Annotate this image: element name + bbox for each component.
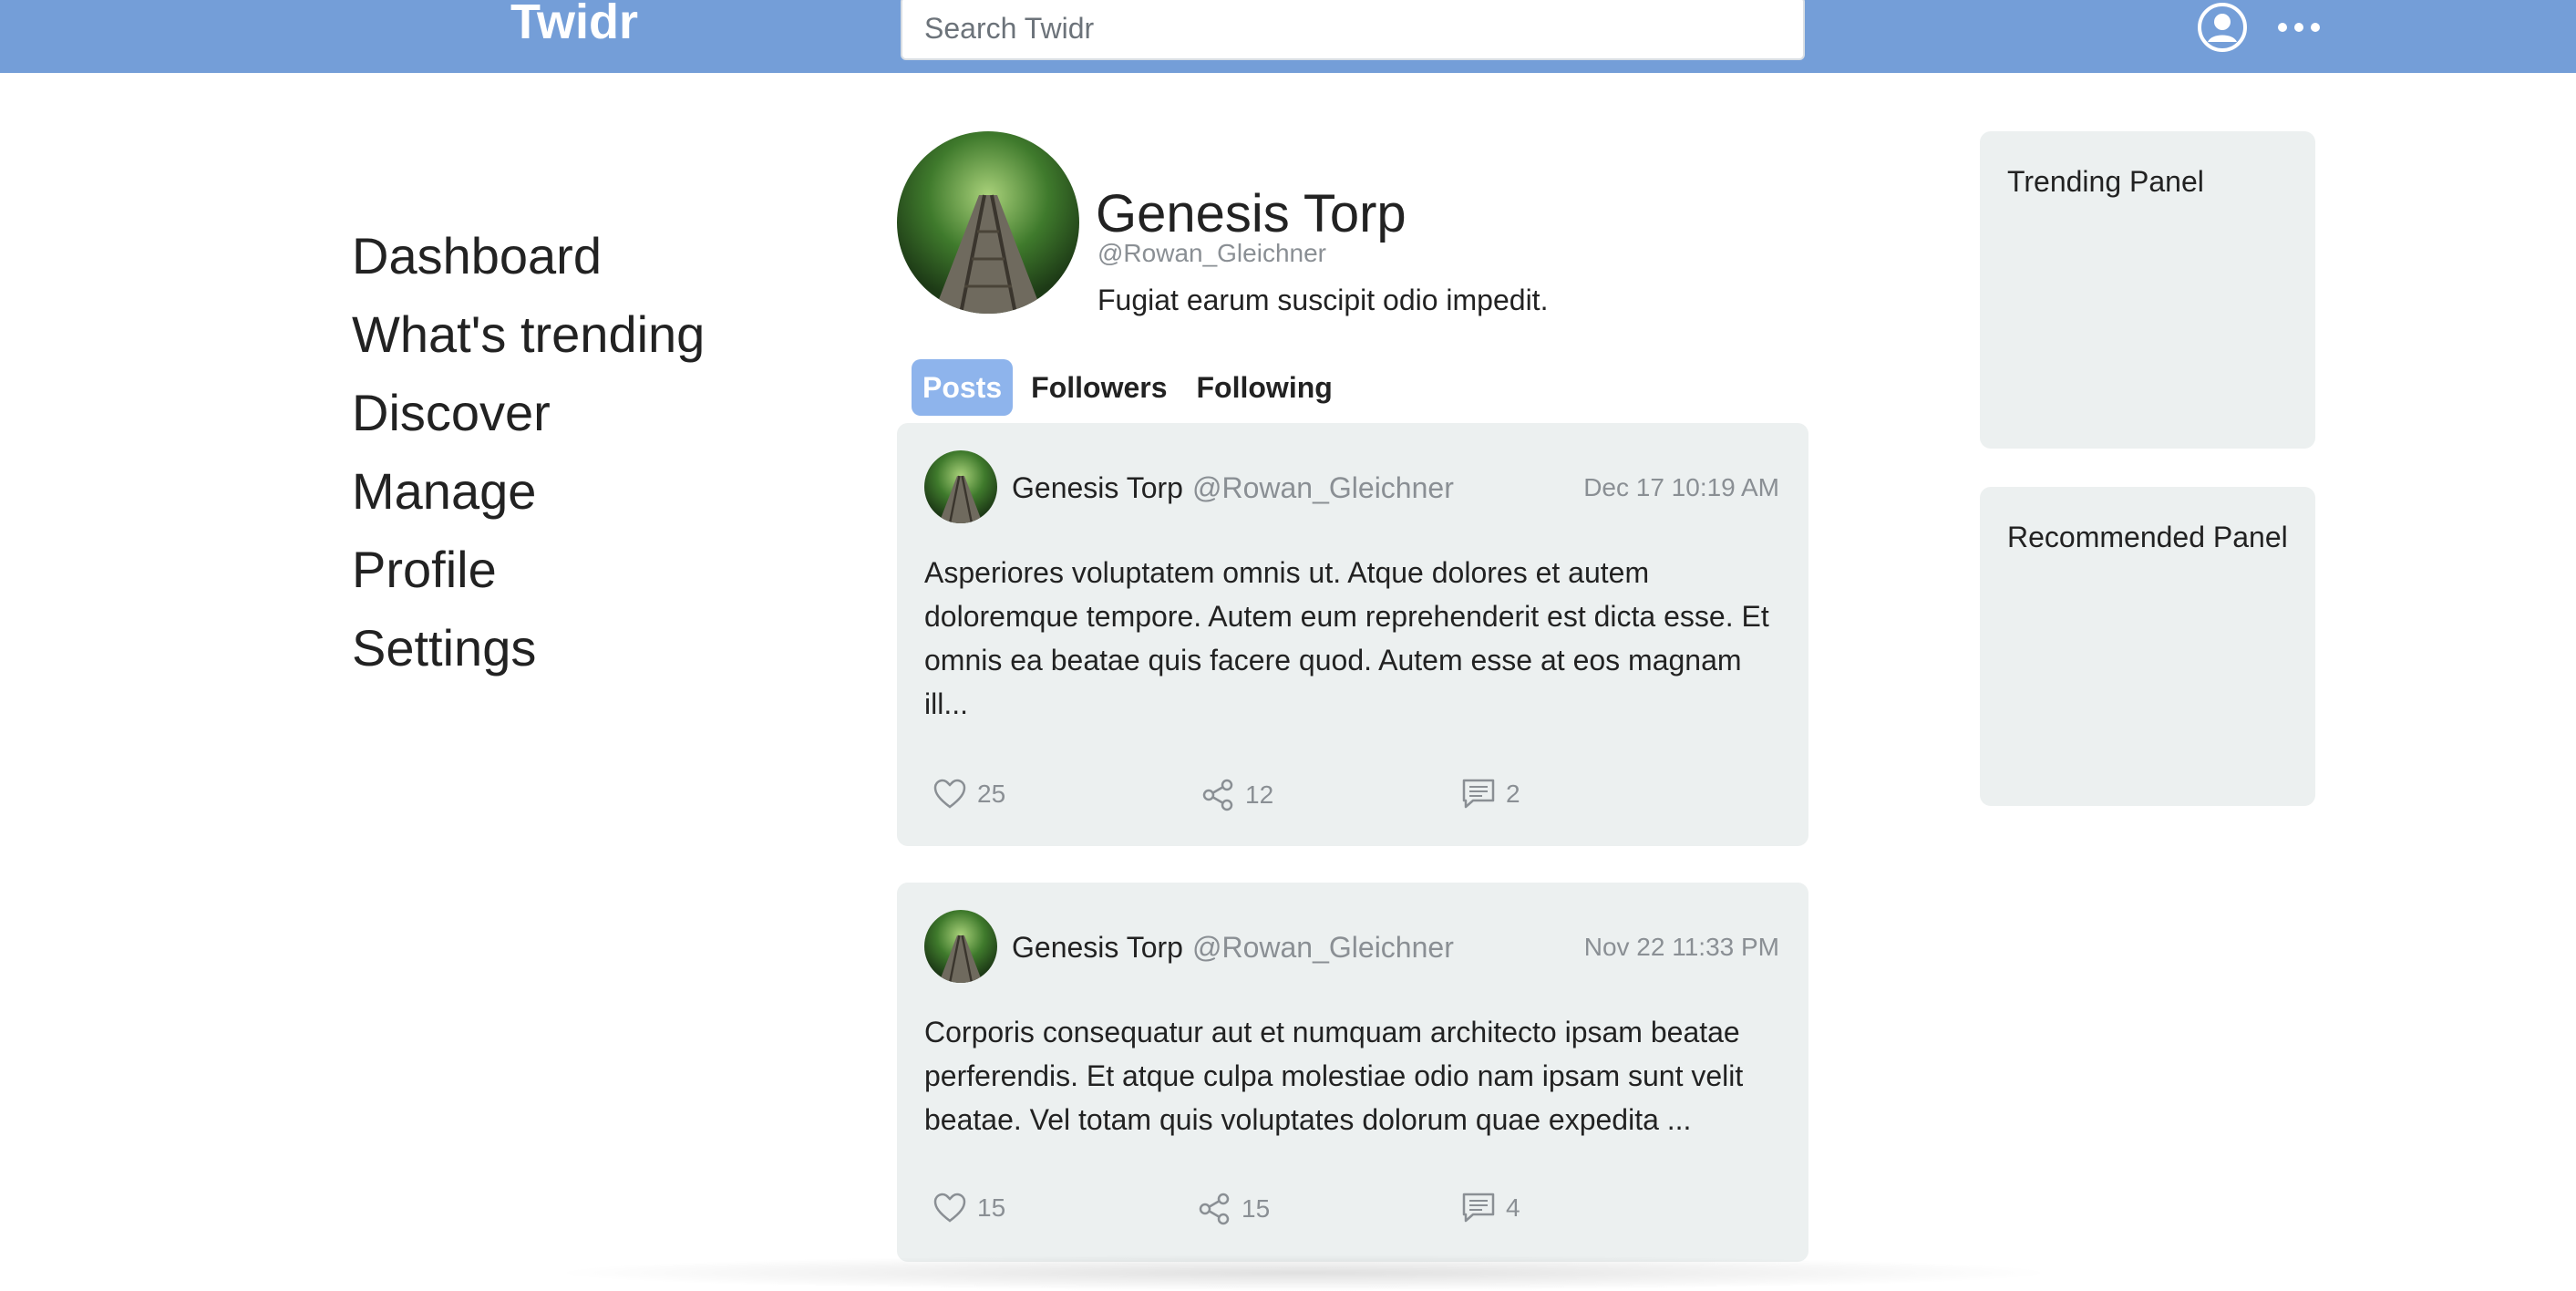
share-count: 12 — [1245, 780, 1274, 809]
search-input[interactable] — [901, 0, 1805, 60]
user-circle-icon[interactable] — [2197, 2, 2248, 53]
share-icon — [1202, 779, 1233, 811]
recommended-panel-title: Recommended Panel — [2007, 521, 2288, 553]
post-avatar[interactable] — [924, 910, 997, 983]
comment-button[interactable]: 4 — [1462, 1193, 1520, 1224]
post-timestamp: Dec 17 10:19 AM — [1583, 473, 1779, 501]
post-handle[interactable]: @Rowan_Gleichner — [1192, 930, 1454, 965]
share-button[interactable]: 15 — [1198, 1193, 1270, 1225]
tab-posts[interactable]: Posts — [912, 359, 1014, 416]
top-bar: Twidr — [0, 0, 2576, 73]
post-card[interactable]: Genesis Torp @Rowan_Gleichner Dec 17 10:… — [897, 423, 1808, 846]
like-count: 25 — [977, 780, 1006, 808]
recommended-panel: Recommended Panel — [1980, 487, 2315, 806]
share-count: 15 — [1242, 1194, 1271, 1223]
comment-count: 2 — [1506, 780, 1520, 808]
like-button[interactable]: 25 — [933, 779, 1005, 810]
comment-count: 4 — [1506, 1193, 1520, 1222]
share-button[interactable]: 12 — [1201, 779, 1273, 811]
like-button[interactable]: 15 — [933, 1193, 1005, 1224]
post-timestamp: Nov 22 11:33 PM — [1583, 933, 1779, 961]
post-author[interactable]: Genesis Torp — [1012, 930, 1183, 965]
trending-panel-title: Trending Panel — [2007, 165, 2204, 198]
profile-bio: Fugiat earum suscipit odio impedit. — [1097, 284, 1549, 316]
post-card[interactable]: Genesis Torp @Rowan_Gleichner Nov 22 11:… — [897, 883, 1808, 1262]
share-icon — [1199, 1193, 1230, 1225]
profile-name: Genesis Torp — [1096, 184, 1406, 243]
more-horizontal-icon[interactable] — [2273, 13, 2324, 42]
sidebar-item-whats-trending[interactable]: What's trending — [352, 295, 705, 374]
comment-icon — [1462, 1193, 1495, 1223]
profile-avatar — [897, 131, 1079, 314]
sidebar-item-profile[interactable]: Profile — [352, 531, 705, 609]
bottom-shadow — [547, 1255, 2060, 1291]
brand-logo[interactable]: Twidr — [510, 0, 638, 47]
heart-icon — [933, 779, 966, 809]
sidebar-item-discover[interactable]: Discover — [352, 374, 705, 452]
post-body: Asperiores voluptatem omnis ut. Atque do… — [924, 556, 1769, 720]
heart-icon — [933, 1193, 966, 1223]
tab-followers[interactable]: Followers — [1020, 359, 1178, 416]
post-handle[interactable]: @Rowan_Gleichner — [1192, 470, 1454, 505]
sidebar-item-dashboard[interactable]: Dashboard — [352, 217, 705, 295]
post-avatar[interactable] — [924, 450, 997, 523]
trending-panel: Trending Panel — [1980, 131, 2315, 449]
post-author[interactable]: Genesis Torp — [1012, 470, 1183, 505]
comment-button[interactable]: 2 — [1462, 779, 1520, 810]
sidebar-nav: Dashboard What's trending Discover Manag… — [352, 217, 705, 687]
like-count: 15 — [977, 1193, 1006, 1222]
sidebar-item-manage[interactable]: Manage — [352, 452, 705, 531]
sidebar-item-settings[interactable]: Settings — [352, 609, 705, 687]
comment-icon — [1462, 779, 1495, 809]
tab-following[interactable]: Following — [1186, 359, 1344, 416]
post-body: Corporis consequatur aut et numquam arch… — [924, 1016, 1744, 1136]
profile-tabs: Posts Followers Following — [912, 359, 1351, 416]
profile-handle: @Rowan_Gleichner — [1097, 239, 1326, 267]
